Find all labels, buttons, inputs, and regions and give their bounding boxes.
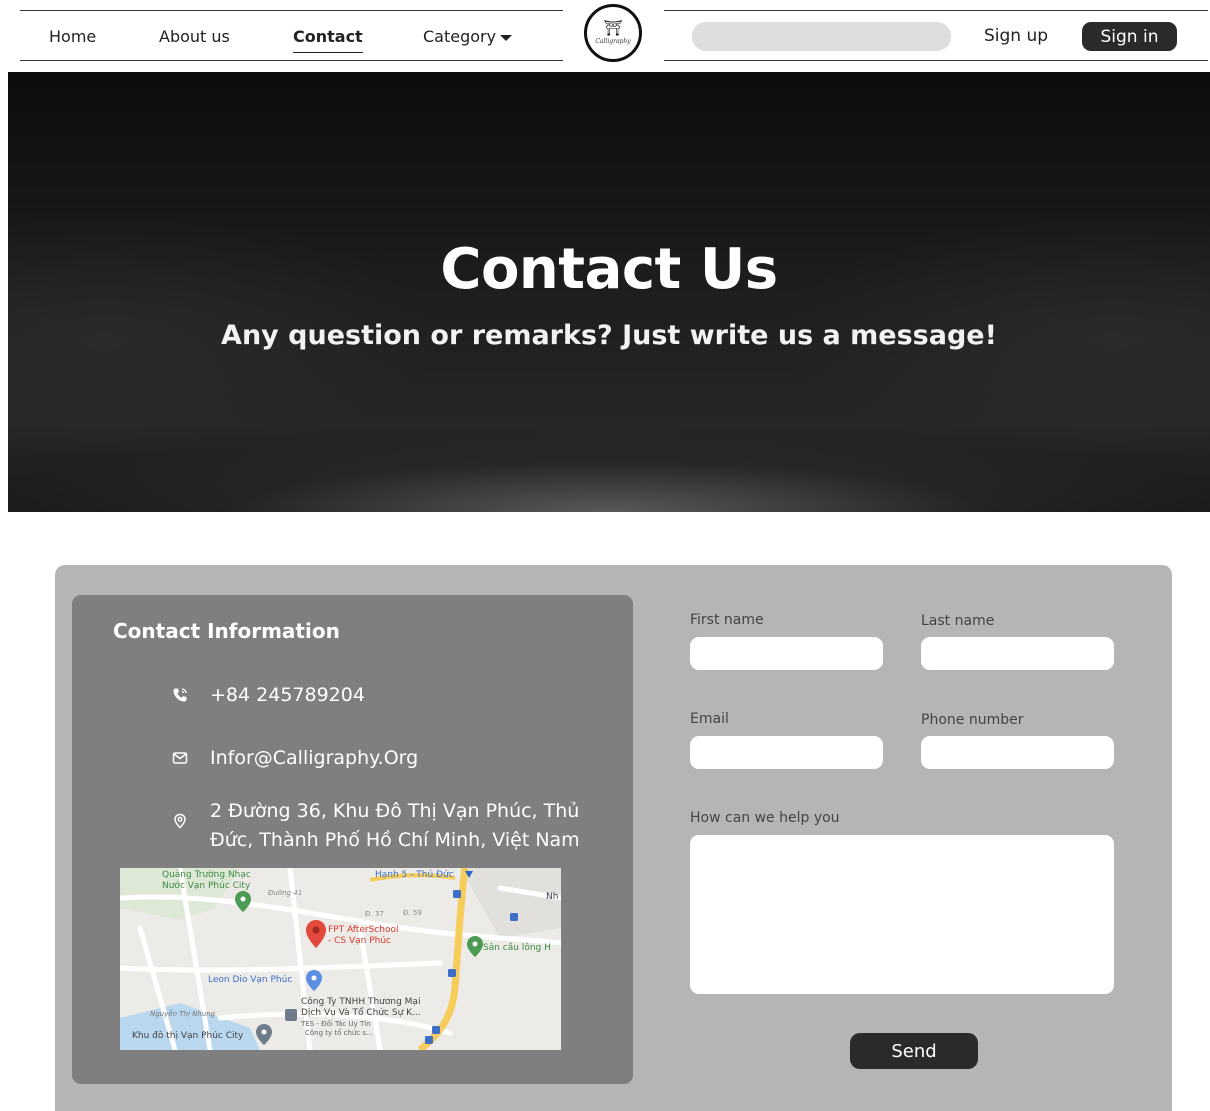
contact-info-card: Contact Information +84 245789204 Infor@… [72, 595, 633, 1084]
last-name-field[interactable] [921, 637, 1114, 670]
logo-text: Calligraphy [595, 38, 631, 45]
email-field[interactable] [690, 736, 883, 769]
nav-divider-bottom-left [20, 60, 563, 61]
map-label-d37: Đ. 37 [365, 910, 384, 918]
nav-divider-bottom-right [664, 60, 1208, 61]
map-label-d59: Đ. 59 [403, 909, 422, 917]
contact-email-text: Infor@Calligraphy.Org [210, 747, 419, 769]
map-label-fpt: FPT AfterSchool [328, 925, 398, 935]
map-label-plaza: Quảng Trường Nhạc [162, 869, 251, 880]
contact-phone-text: +84 245789204 [210, 684, 365, 706]
map-label-road41: Đường 41 [268, 889, 302, 897]
first-name-field[interactable] [690, 637, 883, 670]
map-label-nh: Nh [546, 892, 558, 902]
nav-divider-top-left [20, 10, 563, 11]
map-label-tes2: Công ty tổ chức s... [305, 1028, 373, 1037]
nav-link-category-label: Category [423, 27, 497, 46]
map-label-leon: Leon Dio Vạn Phúc [208, 975, 292, 985]
chevron-down-icon [500, 34, 513, 41]
hero-subtitle: Any question or remarks? Just write us a… [221, 320, 997, 351]
contact-info-title: Contact Information [113, 619, 340, 643]
nav-link-home[interactable]: Home [49, 27, 96, 46]
map-label-company: Công Ty TNHH Thương Mại [301, 996, 420, 1007]
nav-divider-top-right [664, 10, 1208, 11]
phone-number-field[interactable] [921, 736, 1114, 769]
phone-icon [173, 688, 187, 702]
brand-logo[interactable]: ⛩ Calligraphy [584, 4, 642, 62]
map-label-tes: TES - Đối Tác Uy Tín [300, 1020, 371, 1028]
nav-link-about[interactable]: About us [159, 27, 230, 46]
message-label: How can we help you [690, 810, 840, 826]
map-label-khu: Khu đô thị Vạn Phúc City [132, 1030, 244, 1041]
signin-button[interactable]: Sign in [1082, 22, 1177, 51]
email-label: Email [690, 711, 729, 727]
nav-link-contact-label: Contact [293, 27, 363, 46]
top-navbar: Home About us Contact Category ⛩ Calligr… [0, 0, 1210, 72]
first-name-label: First name [690, 612, 764, 628]
contact-address-text: 2 Đường 36, Khu Đô Thị Vạn Phúc, Thủ Đức… [210, 797, 580, 855]
contact-email-row: Infor@Calligraphy.Org [172, 744, 418, 773]
logo-glyph: ⛩ [603, 19, 623, 37]
location-map[interactable]: Quảng Trường Nhạc Nước Vạn Phúc City Hạn… [120, 868, 561, 1050]
map-label-nguyen: Nguyễn Thị Nhung [150, 1009, 216, 1018]
contact-panel: Contact Information +84 245789204 Infor@… [55, 565, 1172, 1111]
contact-address-row: 2 Đường 36, Khu Đô Thị Vạn Phúc, Thủ Đức… [172, 797, 580, 855]
mail-icon [172, 752, 188, 764]
phone-number-label: Phone number [921, 712, 1024, 728]
search-input[interactable] [692, 22, 951, 51]
map-label-plaza2: Nước Vạn Phúc City [162, 880, 251, 891]
contact-phone-row: +84 245789204 [172, 681, 365, 710]
send-button[interactable]: Send [850, 1033, 978, 1069]
map-label-company2: Dịch Vụ Và Tổ Chức Sự K... [301, 1007, 421, 1018]
location-pin-icon [174, 813, 186, 829]
map-label-court: Sân cầu lông H [483, 942, 551, 953]
map-canvas: Quảng Trường Nhạc Nước Vạn Phúc City Hạn… [120, 868, 561, 1050]
signup-link[interactable]: Sign up [984, 26, 1048, 46]
last-name-label: Last name [921, 613, 995, 629]
address-line-1: 2 Đường 36, Khu Đô Thị Vạn Phúc, Thủ [210, 800, 580, 822]
message-textarea[interactable] [690, 835, 1114, 994]
hero-banner: Contact Us Any question or remarks? Just… [8, 72, 1210, 512]
address-line-2: Đức, Thành Phố Hồ Chí Minh, Việt Nam [210, 829, 580, 851]
hero-title: Contact Us [440, 237, 778, 302]
nav-link-contact[interactable]: Contact [278, 27, 378, 53]
map-label-fpt2: - CS Vạn Phúc [328, 936, 391, 946]
map-label-station: Hạnh 5 - Thủ Đức [375, 869, 454, 880]
nav-link-category[interactable]: Category [423, 27, 513, 46]
